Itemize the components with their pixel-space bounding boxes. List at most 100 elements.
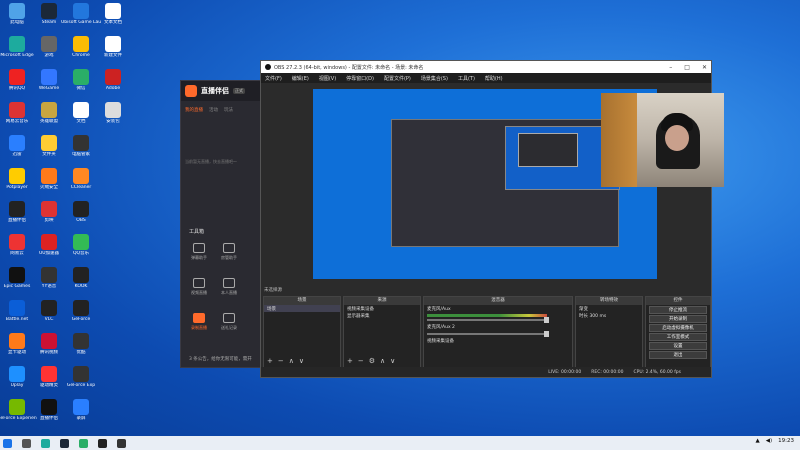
controls-title: 控件 <box>646 297 710 305</box>
transition-type[interactable]: 渐变 <box>576 305 642 312</box>
start-recording-button[interactable]: 开始录制 <box>649 315 707 323</box>
desktop-icon-label: 录屏 <box>76 416 86 421</box>
desktop-icon-label: CCleaner <box>70 185 92 190</box>
app-icon <box>73 168 89 184</box>
app-icon <box>73 366 89 382</box>
tool-danmaku[interactable]: 弹幕助手 <box>184 243 214 261</box>
obs-menu-item[interactable]: 停靠窗口(D) <box>346 75 374 82</box>
mixer-channel-name: 麦克风/Aux <box>427 307 451 312</box>
steam-icon[interactable] <box>60 438 69 448</box>
transitions-dock: 转场特效 渐变 时长 300 ms <box>575 296 643 368</box>
clock[interactable]: 19:23 <box>778 438 794 444</box>
tab-activity[interactable]: 活动 <box>209 107 218 113</box>
search-icon[interactable] <box>22 438 31 448</box>
volume-slider[interactable] <box>427 317 549 323</box>
sources-dock: 来源 视频采集设备 显示器采集 +−⚙∧∨ <box>343 296 421 368</box>
tool-video-live[interactable]: 视频直播 <box>184 278 214 296</box>
desktop-icon-label: Adobe <box>105 86 121 91</box>
app-icon <box>9 267 25 283</box>
cpu-fps: CPU: 2.4%, 60.00 fps <box>633 369 682 375</box>
audio-mixer-dock: 混音器 麦克风/Aux 麦克风/Aux 2 视频采集设备 <box>423 296 573 368</box>
obs-menu-item[interactable]: 文件(F) <box>265 75 282 82</box>
transitions-title: 转场特效 <box>576 297 642 305</box>
app-icon <box>41 135 57 151</box>
app-icon <box>73 201 89 217</box>
network-icon[interactable]: ▲ <box>756 438 760 444</box>
no-source-label: 未选择源 <box>264 288 282 293</box>
obs-icon[interactable] <box>117 438 126 448</box>
app-icon <box>73 69 89 85</box>
live-assistant-icon[interactable] <box>98 438 107 448</box>
webcam-feed <box>601 93 724 187</box>
source-item[interactable]: 显示器采集 <box>344 312 420 319</box>
app-icon <box>9 135 25 151</box>
webcam-face <box>665 125 689 151</box>
tool-gift-log[interactable]: 送礼记录 <box>214 313 244 331</box>
gift-icon <box>223 313 235 323</box>
obs-menu-item[interactable]: 场景集合(S) <box>421 75 448 82</box>
app-icon <box>73 399 89 415</box>
exit-button[interactable]: 退出 <box>649 351 707 359</box>
app-icon <box>73 234 89 250</box>
obs-menu-item[interactable]: 配置文件(P) <box>384 75 411 82</box>
app-icon <box>73 102 89 118</box>
app-icon <box>73 135 89 151</box>
app-icon <box>73 36 89 52</box>
tool-record-live[interactable]: 录制直播 <box>184 313 214 331</box>
minimize-icon[interactable]: – <box>669 64 672 71</box>
desktop-icon-label: 新建文件 <box>104 53 122 58</box>
tab-gameplay[interactable]: 玩法 <box>224 107 233 113</box>
tool-self-live[interactable]: 本人直播 <box>214 278 244 296</box>
app-icon <box>105 36 121 52</box>
record-icon <box>193 313 205 323</box>
source-toolbar[interactable]: +−⚙∧∨ <box>347 357 400 365</box>
app-icon <box>41 267 57 283</box>
scenes-dock: 场景 场景 +−∧∨ <box>263 296 341 368</box>
app-icon <box>9 300 25 316</box>
virtual-camera-button[interactable]: 启动虚拟摄像机 <box>649 324 707 332</box>
desktop-icon-label: QQ音乐 <box>72 251 90 256</box>
desktop-icon-label: KOOK <box>74 284 88 289</box>
slider-knob[interactable] <box>544 317 549 323</box>
mixer-title: 混音器 <box>424 297 572 305</box>
close-icon[interactable]: ✕ <box>702 64 707 71</box>
settings-button[interactable]: 设置 <box>649 342 707 350</box>
wechat-icon[interactable] <box>79 438 88 448</box>
app-icon <box>9 69 25 85</box>
app-icon <box>9 234 25 250</box>
start-icon[interactable] <box>3 438 12 448</box>
desktop-icon-label: 优酷 <box>76 350 86 355</box>
maximize-icon[interactable]: □ <box>684 64 690 71</box>
toolbox-title: 工具箱 <box>189 229 205 235</box>
live-assistant-header: 直播伴侣 正式 <box>181 81 269 101</box>
live-assistant-window: 直播伴侣 正式 我的直播 活动 玩法 当前暂无直播，快去直播吧～ 工具箱 弹幕助… <box>180 80 270 368</box>
scene-toolbar[interactable]: +−∧∨ <box>267 357 309 365</box>
tool-room-admin[interactable]: 房管助手 <box>214 243 244 261</box>
transition-duration[interactable]: 时长 300 ms <box>576 312 642 319</box>
app-icon <box>9 333 25 349</box>
source-item[interactable]: 视频采集设备 <box>344 305 420 312</box>
obs-menu-item[interactable]: 视图(V) <box>319 75 336 82</box>
app-icon <box>41 234 57 250</box>
edge-icon[interactable] <box>41 438 50 448</box>
volume-slider[interactable] <box>427 331 549 337</box>
volume-meter <box>427 314 547 317</box>
app-icon <box>9 366 25 382</box>
live-timer: LIVE: 00:00:00 <box>548 369 582 375</box>
webcam-door <box>601 93 637 187</box>
app-icon <box>105 102 121 118</box>
slider-knob[interactable] <box>544 331 549 337</box>
scene-item[interactable]: 场景 <box>264 305 340 312</box>
volume-icon[interactable]: ◀) <box>766 438 772 444</box>
obs-menu-item[interactable]: 工具(T) <box>458 75 475 82</box>
studio-mode-button[interactable]: 工作室模式 <box>649 333 707 341</box>
app-icon <box>41 366 57 382</box>
app-icon <box>41 102 57 118</box>
obs-menu-item[interactable]: 帮助(H) <box>485 75 503 82</box>
download-icon <box>223 278 235 288</box>
tab-my-live[interactable]: 我的直播 <box>185 107 203 113</box>
obs-menu-item[interactable]: 编辑(E) <box>292 75 309 82</box>
app-icon <box>41 36 57 52</box>
desktop-icon[interactable]: 录屏 <box>61 399 101 439</box>
stop-streaming-button[interactable]: 停止推流 <box>649 306 707 314</box>
